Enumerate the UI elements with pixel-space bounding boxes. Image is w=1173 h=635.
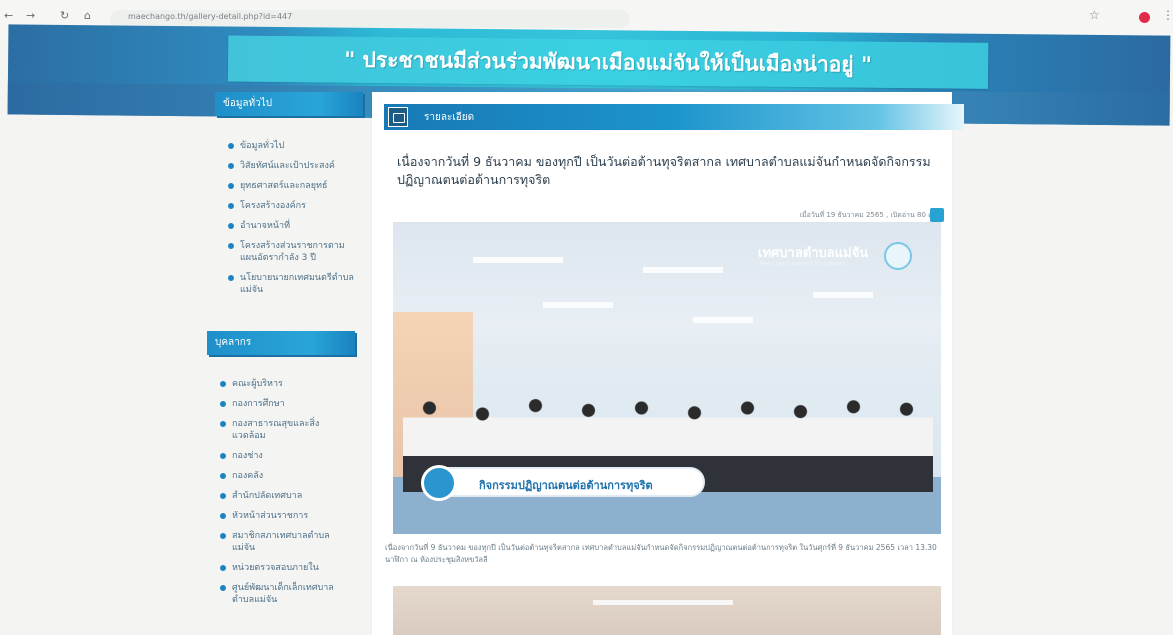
ceiling-light [643,267,723,273]
sidebar-item-authority[interactable]: อำนาจหน้าที่ [228,220,358,232]
print-icon[interactable] [930,208,944,222]
photo-ceiling [393,222,941,347]
ceiling-light [593,600,733,605]
sidebar-item-vision[interactable]: วิสัยทัศน์และเป้าประสงค์ [228,160,358,172]
post-meta: เมื่อวันที่ 19 ธันวาคม 2565 , เปิดอ่าน 8… [799,211,940,219]
sidebar-item-public-health[interactable]: กองสาธารณสุขและสิ่งแวดล้อม [220,418,350,442]
forward-icon[interactable]: → [26,9,35,22]
ceiling-light [543,302,613,308]
profile-icon[interactable] [1139,12,1150,23]
url-text: maechango.th/gallery-detail.php?id=447 [128,12,293,21]
menu-dots-icon[interactable]: ⋮ [1162,8,1173,22]
sidebar-item-council-members[interactable]: สมาชิกสภาเทศบาลตำบลแม่จัน [220,530,350,554]
caption-seal-icon [421,465,457,501]
reload-icon[interactable]: ↻ [60,9,69,22]
sidebar-item-staff-plan[interactable]: โครงสร้างส่วนราชการตามแผนอัตรากำลัง 3 ปี [228,240,358,264]
ceiling-light [473,257,563,263]
detail-section-bar: รายละเอียด [384,104,964,130]
sidebar-item-department-heads[interactable]: หัวหน้าส่วนราชการ [220,510,350,522]
gallery-photo[interactable]: เทศบาลตำบลแม่จัน Mae Chan Subdistrict Mu… [393,222,941,534]
sidebar-item-child-center[interactable]: ศูนย์พัฒนาเด็กเล็กเทศบาลตำบลแม่จัน [220,582,350,606]
sidebar-personnel-menu: คณะผู้บริหาร กองการศึกษา กองสาธารณสุขและ… [220,378,350,614]
photo-brand-subtext: Mae Chan Subdistrict Municipality [760,261,846,267]
article-title: เนื่องจากวันที่ 9 ธันวาคม ของทุกปี เป็นว… [397,154,931,187]
banner-title-strip: " ประชาชนมีส่วนร่วมพัฒนาเมืองแม่จันให้เป… [227,35,989,89]
sidebar-item-general-info[interactable]: ข้อมูลทั่วไป [228,140,358,152]
home-icon[interactable]: ⌂ [84,9,91,22]
municipality-seal-icon [884,242,912,270]
photo-caption-label: กิจกรรมปฏิญาณตนต่อต้านการทุจริต [479,479,653,492]
sidebar-item-strategy[interactable]: ยุทธศาสตร์และกลยุทธ์ [228,180,358,192]
sidebar-item-mayor-policy[interactable]: นโยบายนายกเทศมนตรีตำบลแม่จัน [228,272,358,296]
sidebar-section-personnel-title: บุคลากร [207,331,355,355]
sidebar-section-general-title: ข้อมูลทั่วไป [215,92,363,116]
sidebar-item-finance[interactable]: กองคลัง [220,470,350,482]
sidebar-item-executives[interactable]: คณะผู้บริหาร [220,378,350,390]
photo-caption-pill: กิจกรรมปฏิญาณตนต่อต้านการทุจริต [421,465,705,501]
ceiling-light [813,292,873,298]
sidebar-item-internal-audit[interactable]: หน่วยตรวจสอบภายใน [220,562,350,574]
sidebar-general-menu: ข้อมูลทั่วไป วิสัยทัศน์และเป้าประสงค์ ยุ… [228,140,358,304]
image-icon [388,107,408,127]
gallery-photo-2[interactable] [393,586,941,635]
sidebar-item-engineering[interactable]: กองช่าง [220,450,350,462]
sidebar-item-structure[interactable]: โครงสร้างองค์กร [228,200,358,212]
ceiling-light [693,317,753,323]
sidebar-item-education[interactable]: กองการศึกษา [220,398,350,410]
photo-brand-text: เทศบาลตำบลแม่จัน [758,246,869,261]
back-icon[interactable]: ← [4,9,13,22]
banner-title: " ประชาชนมีส่วนร่วมพัฒนาเมืองแม่จันให้เป… [344,46,873,77]
bookmark-star-icon[interactable]: ☆ [1089,8,1100,22]
photo-caption-text: เนื่องจากวันที่ 9 ธันวาคม ของทุกปี เป็นว… [385,543,937,564]
detail-section-label: รายละเอียด [424,112,475,123]
sidebar-item-municipal-office[interactable]: สำนักปลัดเทศบาล [220,490,350,502]
